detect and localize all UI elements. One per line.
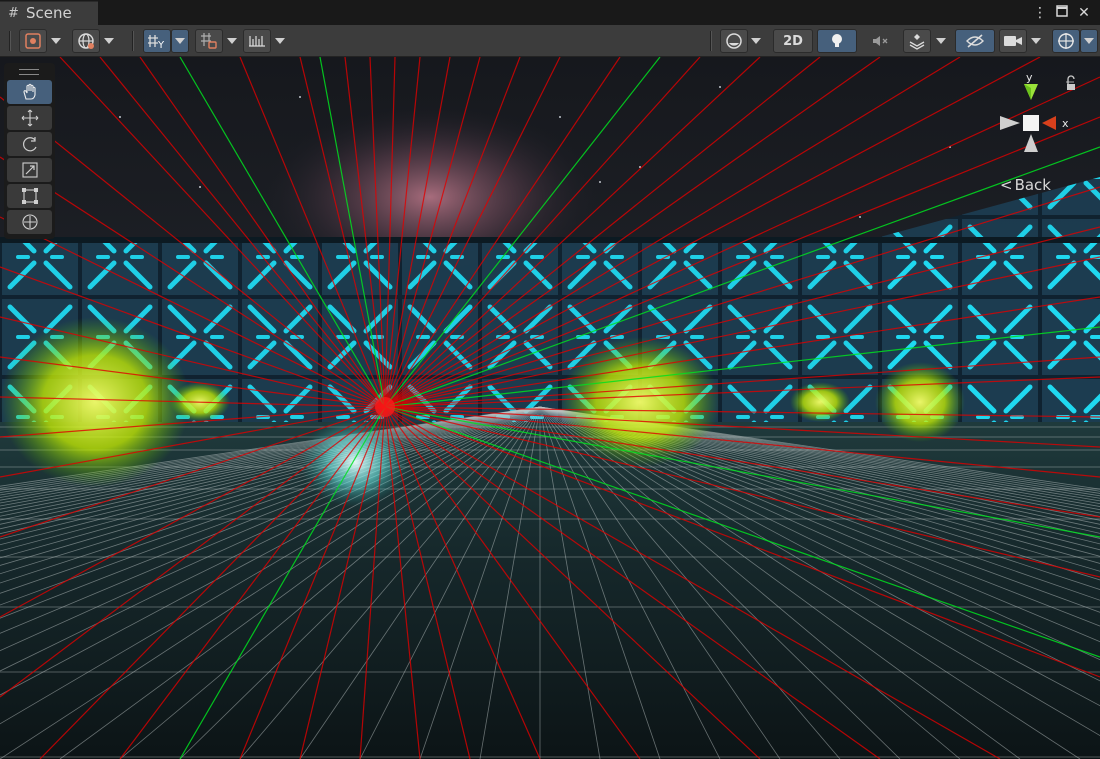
grid-y-icon: Y — [148, 35, 165, 50]
toolbar-grip — [9, 31, 11, 51]
effects-dropdown[interactable] — [932, 29, 950, 53]
toolbar-separator — [710, 31, 712, 51]
toolbar-separator — [132, 31, 134, 51]
camera-dropdown[interactable] — [1027, 29, 1045, 53]
axis-y-label: y — [1026, 72, 1033, 84]
tab-scene-label: Scene — [26, 4, 72, 22]
maximize-icon[interactable] — [1054, 4, 1070, 21]
rotate-tool-button[interactable] — [7, 132, 52, 156]
rect-transform-icon — [21, 188, 38, 204]
rotate-icon — [22, 137, 37, 152]
scale-icon — [21, 162, 38, 178]
tool-palette — [4, 63, 55, 239]
hand-icon — [22, 83, 36, 100]
gizmo-globe-icon — [1058, 33, 1074, 49]
sphere-shaded-icon — [726, 33, 742, 49]
scene-visibility-button[interactable] — [955, 29, 995, 53]
layers-effects-icon — [909, 34, 925, 50]
close-icon[interactable]: ✕ — [1076, 5, 1092, 21]
grid-snap-dropdown[interactable] — [171, 29, 189, 53]
shaded-draw-icon — [25, 33, 41, 49]
gizmos-dropdown[interactable] — [1080, 29, 1098, 53]
shading-mode-dropdown[interactable] — [747, 29, 765, 53]
rect-tool-button[interactable] — [7, 184, 52, 208]
global-view-dropdown[interactable] — [100, 29, 118, 53]
snap-increment-dropdown[interactable] — [223, 29, 241, 53]
axis-gizmo-icon: y x — [1000, 71, 1075, 152]
window-controls: ⋮ ✕ — [1032, 0, 1100, 25]
tab-scene[interactable]: # Scene — [0, 1, 98, 25]
snap-increment-button[interactable] — [195, 29, 223, 53]
toggle-2d-button[interactable]: 2D — [773, 29, 813, 53]
svg-text:Y: Y — [157, 40, 165, 50]
transform-icon — [21, 214, 38, 230]
shading-mode-button[interactable] — [720, 29, 748, 53]
hand-tool-button[interactable] — [7, 80, 52, 104]
speaker-muted-icon — [873, 36, 888, 46]
ruler-dropdown[interactable] — [271, 29, 289, 53]
grid-hash-icon: # — [8, 6, 19, 21]
camera-icon — [1004, 36, 1022, 46]
magnet-grid-icon — [201, 33, 217, 49]
view-label-text: Back — [1014, 176, 1051, 194]
tab-bar: # Scene ⋮ ✕ — [0, 0, 1100, 25]
grid-snap-button[interactable]: Y — [143, 29, 171, 53]
view-label[interactable]: < Back — [1000, 176, 1051, 194]
effects-button[interactable] — [903, 29, 931, 53]
orientation-gizmo[interactable]: y x — [990, 71, 1080, 182]
transform-tool-button[interactable] — [7, 210, 52, 234]
palette-grip[interactable] — [19, 69, 39, 75]
draw-mode-dropdown[interactable] — [47, 29, 65, 53]
move-icon — [21, 109, 38, 127]
gizmos-button[interactable] — [1052, 29, 1080, 53]
scene-window: # Scene ⋮ ✕ Y 2D y x < Back — [0, 0, 1100, 759]
perspective-icon: < — [1000, 176, 1013, 194]
lightbulb-icon — [832, 34, 842, 47]
move-tool-button[interactable] — [7, 106, 52, 130]
draw-mode-button[interactable] — [19, 29, 47, 53]
audio-toggle-button[interactable] — [862, 29, 898, 53]
ruler-button[interactable] — [243, 29, 271, 53]
global-view-button[interactable] — [72, 29, 100, 53]
eye-hidden-icon — [966, 34, 984, 48]
kebab-menu-icon[interactable]: ⋮ — [1032, 5, 1048, 21]
axis-x-label: x — [1062, 117, 1069, 130]
scene-toolbar: Y 2D — [0, 25, 1100, 57]
ruler-icon — [249, 36, 265, 47]
scene-render — [0, 57, 1100, 759]
lighting-toggle-button[interactable] — [817, 29, 857, 53]
scene-viewport[interactable]: y x < Back — [0, 57, 1100, 759]
scale-tool-button[interactable] — [7, 158, 52, 182]
globe-icon — [78, 33, 94, 49]
camera-button[interactable] — [999, 29, 1027, 53]
